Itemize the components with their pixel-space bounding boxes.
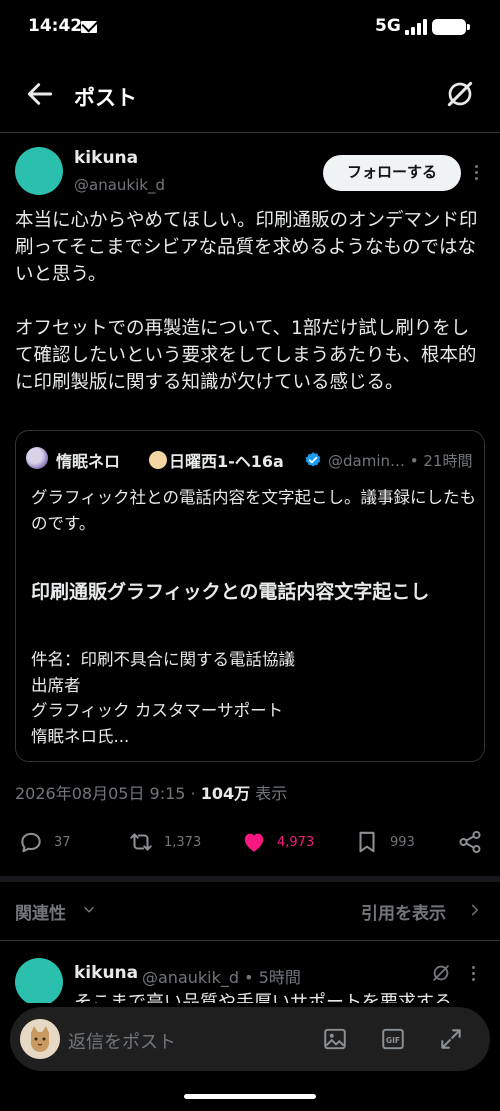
repost-button[interactable]: 1,373 xyxy=(128,828,201,856)
mail-icon xyxy=(81,21,97,33)
heart-filled-icon xyxy=(244,833,264,852)
article-line: 件名：印刷不具合に関する電話協議 xyxy=(31,650,295,669)
views-label: 表示 xyxy=(250,784,288,803)
post-timestamp: 2026年08月05日 9:15 xyxy=(15,784,186,803)
article-title: 印刷通販グラフィックとの電話内容文字起こし xyxy=(31,581,430,603)
verified-badge-icon xyxy=(305,452,321,467)
quoted-handle-time: @damin… • 21時間 xyxy=(328,452,473,470)
article-line: グラフィック カスタマーサポート xyxy=(31,701,284,720)
quoted-author-circle: 日曜西1-ヘ16a xyxy=(169,452,284,471)
like-count: 4,973 xyxy=(277,834,315,850)
network-type: 5G xyxy=(375,16,401,36)
sort-dropdown[interactable]: 関連性 xyxy=(15,899,66,924)
user-avatar xyxy=(20,1019,60,1059)
svg-text:GIF: GIF xyxy=(386,1036,400,1045)
post-meta: 2026年08月05日 9:15 · 104万 表示 xyxy=(15,780,287,804)
chevron-right-icon[interactable] xyxy=(468,903,482,917)
reply-divider xyxy=(0,940,500,941)
author-avatar[interactable] xyxy=(15,147,63,195)
bookmark-icon xyxy=(359,831,375,853)
reply-avatar[interactable] xyxy=(15,958,63,1006)
quoted-post[interactable]: 惰眠ネロ 日曜西1-ヘ16a @damin… • 21時間 グラフィック社との電… xyxy=(15,430,485,762)
article-line: 惰眠ネロ氏... xyxy=(31,726,130,746)
more-options-icon[interactable] xyxy=(470,162,482,186)
view-quotes-link[interactable]: 引用を表示 xyxy=(361,899,446,924)
status-time: 14:42 xyxy=(28,16,83,36)
article-preview: 件名：印刷不具合に関する電話協議 出席者 グラフィック カスタマーサポート 惰眠… xyxy=(31,647,476,749)
reply-count: 37 xyxy=(54,834,71,850)
share-icon xyxy=(459,830,481,854)
gif-icon[interactable]: GIF xyxy=(380,1026,406,1052)
chevron-down-icon[interactable] xyxy=(82,903,96,917)
back-arrow-icon[interactable] xyxy=(24,78,56,110)
reply-icon xyxy=(21,832,41,853)
grok-icon[interactable] xyxy=(430,962,452,984)
reply-handle-time: @anaukik_d • 5時間 xyxy=(142,968,301,987)
post-text: 本当に心からやめてほしい。印刷通販のオンデマンド印刷ってそこまでシビアな品質を求… xyxy=(15,210,478,393)
author-handle[interactable]: @anaukik_d xyxy=(74,176,165,194)
quoted-text: グラフィック社との電話内容を文字起こし。議事録にしたものです。 xyxy=(31,488,477,533)
section-divider xyxy=(0,876,500,882)
bookmark-count: 993 xyxy=(390,834,415,850)
author-name[interactable]: kikuna xyxy=(74,148,138,168)
reply-more-options-icon[interactable] xyxy=(467,963,479,985)
status-bar: 14:42 5G xyxy=(0,0,500,56)
top-bar: ポスト xyxy=(0,60,500,132)
header-divider xyxy=(0,132,500,133)
repost-icon xyxy=(130,833,152,851)
like-button[interactable]: 4,973 xyxy=(241,828,314,856)
meta-separator: · xyxy=(185,784,201,803)
page-title: ポスト xyxy=(74,86,137,110)
action-bar: 37 1,373 4,973 993 xyxy=(0,822,500,862)
reply-input[interactable]: 返信をポスト xyxy=(68,1028,176,1054)
quoted-avatar xyxy=(26,447,48,469)
follow-button[interactable]: フォローする xyxy=(323,155,461,191)
share-button[interactable] xyxy=(457,828,483,856)
quoted-author-name: 惰眠ネロ xyxy=(56,452,121,471)
reply-composer[interactable]: 返信をポスト GIF xyxy=(10,1007,490,1071)
reply-author-name[interactable]: kikuna xyxy=(74,963,138,983)
grok-icon[interactable] xyxy=(444,78,476,110)
expand-icon[interactable] xyxy=(438,1026,464,1052)
cat-avatar-icon xyxy=(20,1019,60,1059)
views-count: 104万 xyxy=(200,784,251,803)
repost-count: 1,373 xyxy=(164,834,202,850)
reply-button[interactable]: 37 xyxy=(18,828,71,856)
signal-icon xyxy=(405,19,427,35)
battery-icon xyxy=(432,19,470,35)
article-line: 出席者 xyxy=(31,675,81,695)
image-icon[interactable] xyxy=(322,1026,348,1052)
home-indicator xyxy=(184,1094,316,1099)
moon-emoji-icon xyxy=(149,451,167,469)
bookmark-button[interactable]: 993 xyxy=(354,828,415,856)
